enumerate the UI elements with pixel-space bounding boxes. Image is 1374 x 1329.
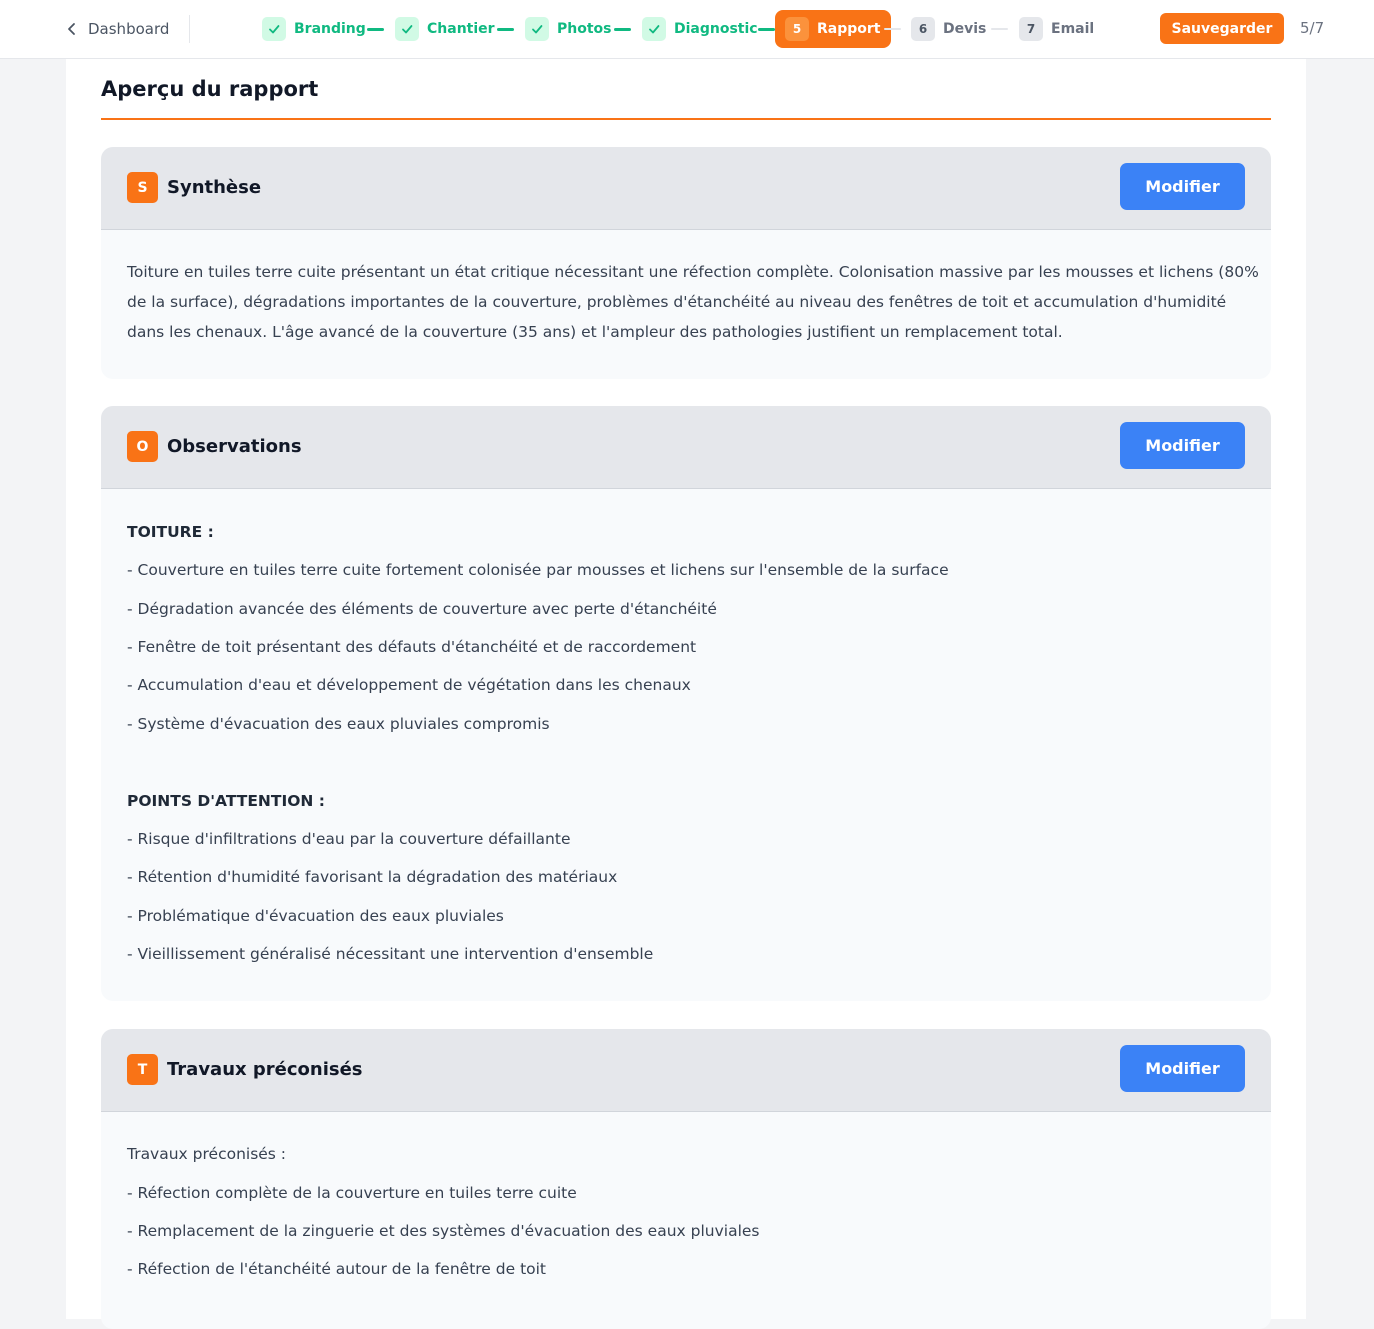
step-counter: 5/7 — [1300, 19, 1325, 37]
section-header: S Synthèse Modifier — [101, 147, 1271, 230]
observation-item: - Dégradation avancée des éléments de co… — [127, 600, 717, 618]
step-number: 7 — [1019, 16, 1043, 41]
check-icon — [395, 16, 419, 41]
step-label: Photos — [557, 20, 612, 37]
section-badge: S — [127, 172, 158, 203]
section-header: T Travaux préconisés Modifier — [101, 1029, 1271, 1112]
section-badge: O — [127, 431, 158, 462]
step-connector — [497, 28, 514, 31]
check-icon — [642, 16, 666, 41]
step-connector — [991, 28, 1008, 30]
section-body: Travaux préconisés : - Réfection complèt… — [101, 1112, 1271, 1278]
step-label: Chantier — [427, 20, 495, 37]
save-button[interactable]: Sauvegarder — [1160, 13, 1284, 44]
observations-heading: TOITURE : — [127, 523, 214, 541]
attention-item: - Problématique d'évacuation des eaux pl… — [127, 907, 504, 925]
travaux-item: - Réfection de l'étanchéité autour de la… — [127, 1260, 547, 1278]
attention-item: - Rétention d'humidité favorisant la dég… — [127, 868, 618, 886]
step-branding[interactable]: Branding — [262, 16, 366, 41]
attention-item: - Risque d'infiltrations d'eau par la co… — [127, 830, 571, 848]
title-divider — [101, 118, 1271, 120]
section-synthese: S Synthèse Modifier Toiture en tuiles te… — [101, 147, 1271, 379]
observation-item: - Fenêtre de toit présentant des défauts… — [127, 638, 697, 656]
attention-item: - Vieillissement généralisé nécessitant … — [127, 945, 654, 963]
step-diagnostic[interactable]: Diagnostic — [642, 16, 758, 41]
step-chantier[interactable]: Chantier — [395, 16, 495, 41]
travaux-heading: Travaux préconisés : — [127, 1145, 287, 1163]
section-title: Synthèse — [167, 177, 262, 198]
step-label: Branding — [294, 20, 366, 37]
synthese-line: de la surface), dégradations importantes… — [127, 293, 1227, 311]
travaux-item: - Remplacement de la zinguerie et des sy… — [127, 1222, 760, 1240]
modify-observations-button[interactable]: Modifier — [1120, 422, 1245, 469]
step-devis[interactable]: 6 Devis — [911, 16, 986, 41]
synthese-line: Toiture en tuiles terre cuite présentant… — [127, 263, 1259, 281]
step-photos[interactable]: Photos — [525, 16, 612, 41]
travaux-item: - Réfection complète de la couverture en… — [127, 1184, 577, 1202]
step-connector — [367, 28, 384, 31]
observation-item: - Couverture en tuiles terre cuite forte… — [127, 561, 949, 579]
step-connector — [614, 28, 631, 31]
observation-item: - Système d'évacuation des eaux pluviale… — [127, 715, 550, 733]
modify-travaux-button[interactable]: Modifier — [1120, 1045, 1245, 1092]
section-body: TOITURE : - Couverture en tuiles terre c… — [101, 489, 1271, 963]
step-label: Devis — [943, 20, 987, 37]
top-bar: Dashboard Branding Chantier Photos Diagn… — [0, 0, 1374, 59]
step-connector — [758, 28, 775, 31]
observation-item: - Accumulation d'eau et développement de… — [127, 676, 691, 694]
step-email[interactable]: 7 Email — [1019, 16, 1094, 41]
step-number: 6 — [911, 16, 935, 41]
attention-heading: POINTS D'ATTENTION : — [127, 792, 325, 810]
section-badge: T — [127, 1054, 158, 1085]
section-header: O Observations Modifier — [101, 406, 1271, 489]
section-travaux: T Travaux préconisés Modifier Travaux pr… — [101, 1029, 1271, 1329]
section-title: Observations — [167, 436, 302, 457]
modify-synthese-button[interactable]: Modifier — [1120, 163, 1245, 210]
step-number: 5 — [785, 17, 809, 41]
section-body: Toiture en tuiles terre cuite présentant… — [101, 230, 1271, 347]
section-observations: O Observations Modifier TOITURE : - Couv… — [101, 406, 1271, 1001]
step-label: Rapport — [817, 21, 881, 37]
step-label: Diagnostic — [674, 20, 758, 37]
synthese-line: dans les chenaux. L'âge avancé de la cou… — [127, 323, 1063, 341]
report-preview-card: Aperçu du rapport S Synthèse Modifier To… — [66, 59, 1306, 1329]
check-icon — [262, 16, 286, 41]
page-title: Aperçu du rapport — [101, 77, 319, 101]
step-label: Email — [1051, 20, 1095, 37]
step-rapport[interactable]: 5 Rapport — [775, 10, 891, 48]
step-connector — [884, 28, 901, 30]
section-title: Travaux préconisés — [167, 1059, 363, 1080]
check-icon — [525, 16, 549, 41]
